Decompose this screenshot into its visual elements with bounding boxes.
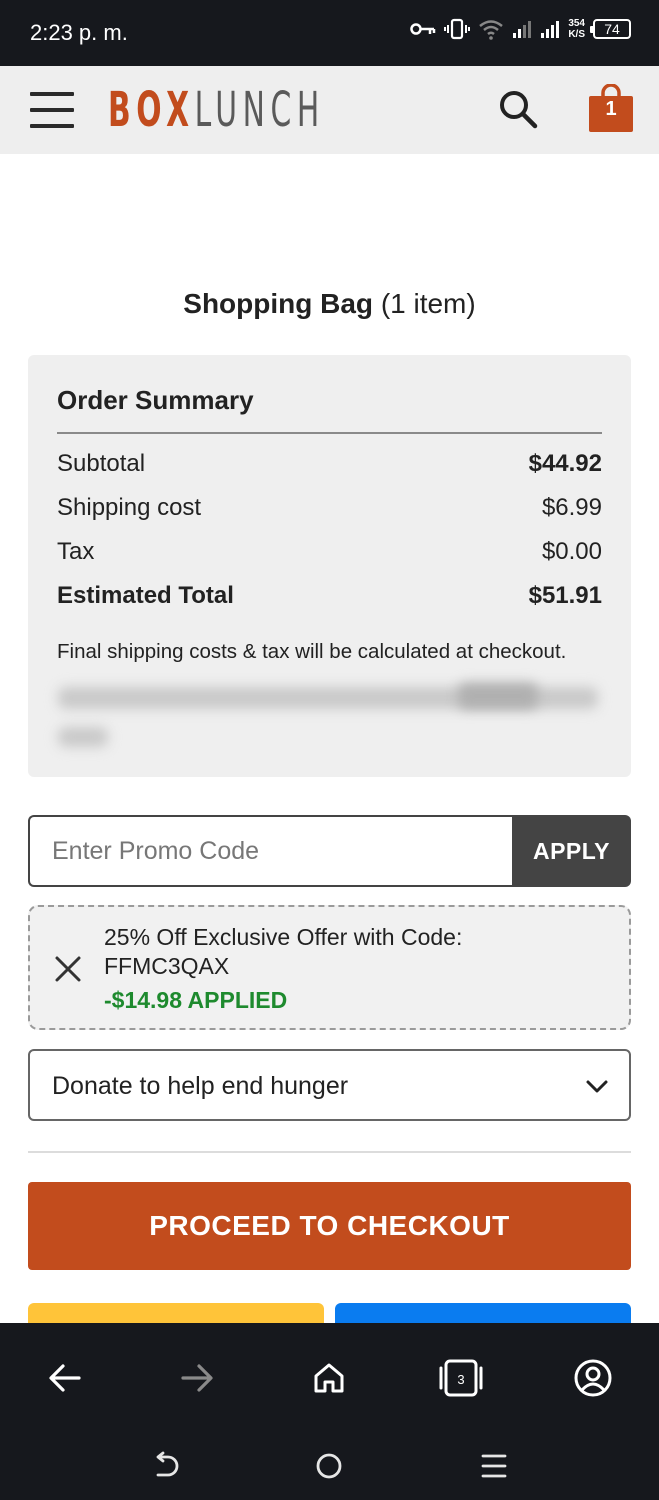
recents-icon[interactable] [474, 1448, 514, 1484]
wifi-icon [479, 20, 504, 40]
order-summary-card: Order Summary Subtotal $44.92 Shipping c… [28, 355, 631, 777]
back-gesture-icon[interactable] [145, 1448, 185, 1484]
home-icon[interactable] [304, 1353, 354, 1403]
signal-icon-2 [541, 21, 560, 38]
status-time: 2:23 p. m. [30, 20, 128, 45]
subtotal-label: Subtotal [57, 450, 146, 477]
page-title: Shopping Bag (1 item) [0, 288, 659, 320]
tax-value: $0.00 [541, 538, 602, 565]
order-summary-title: Order Summary [57, 385, 254, 415]
bag-count-badge: 1 [605, 98, 617, 120]
shipping-row: Shipping cost $6.99 [57, 494, 602, 522]
shopping-bag-button[interactable]: 1 [589, 84, 633, 132]
boxlunch-logo[interactable]: BOXLUNCH [108, 84, 325, 136]
page-title-text: Shopping Bag [183, 288, 374, 319]
apply-promo-button[interactable]: APPLY [512, 815, 631, 887]
promo-code-input[interactable] [28, 815, 514, 887]
tax-row: Tax $0.00 [57, 538, 602, 566]
section-divider [28, 1151, 631, 1153]
tabs-icon[interactable]: 3 [436, 1353, 486, 1403]
system-navigation-bar [0, 1430, 659, 1500]
vibrate-icon [444, 18, 471, 40]
logo-box: BOX [108, 82, 195, 138]
subtotal-row: Subtotal $44.92 [57, 450, 602, 478]
key-icon [410, 23, 436, 35]
logo-lunch: LUNCH [194, 82, 325, 138]
back-arrow-icon[interactable] [40, 1353, 90, 1403]
offer-description: 25% Off Exclusive Offer with Code: FFMC3… [104, 923, 604, 981]
estimated-total-row: Estimated Total $51.91 [57, 582, 602, 610]
order-summary-divider [57, 432, 602, 434]
status-bar: 2:23 p. m. 354 K/S 74 [0, 0, 659, 66]
checkout-note: Final shipping costs & tax will be calcu… [57, 640, 567, 663]
offer-applied-amount: -$14.98 APPLIED [104, 987, 288, 1013]
page-item-count: (1 item) [380, 288, 476, 319]
status-icons: 354 K/S 74 [410, 18, 631, 40]
search-icon[interactable] [497, 88, 539, 130]
tab-count: 3 [457, 1372, 464, 1387]
blurred-text-line-2 [58, 727, 108, 747]
blurred-logo [458, 683, 538, 709]
tax-label: Tax [57, 538, 95, 565]
account-icon[interactable] [568, 1353, 618, 1403]
chevron-down-icon [586, 1080, 608, 1093]
applied-offer: 25% Off Exclusive Offer with Code: FFMC3… [28, 905, 631, 1030]
offer-line: 25% Off Exclusive Offer with Code: [104, 924, 463, 950]
donate-dropdown[interactable]: Donate to help end hunger [28, 1049, 631, 1121]
browser-toolbar: 3 [0, 1323, 659, 1430]
network-speed: 354 K/S [568, 18, 585, 40]
forward-arrow-icon[interactable] [172, 1353, 222, 1403]
signal-icon-1 [513, 21, 532, 38]
subtotal-value: $44.92 [528, 450, 602, 477]
offer-code: FFMC3QAX [104, 953, 230, 979]
donate-selected-value: Donate to help end hunger [52, 1072, 349, 1100]
close-icon[interactable] [54, 955, 82, 983]
home-circle-icon[interactable] [309, 1448, 349, 1484]
proceed-to-checkout-button[interactable]: PROCEED TO CHECKOUT [28, 1182, 631, 1270]
battery-icon: 74 [590, 19, 631, 39]
estimated-total-label: Estimated Total [57, 582, 234, 609]
estimated-total-value: $51.91 [528, 582, 602, 609]
hamburger-menu-icon[interactable] [30, 92, 74, 128]
shipping-value: $6.99 [541, 494, 602, 521]
shipping-label: Shipping cost [57, 494, 202, 521]
battery-level: 74 [604, 21, 620, 37]
promo-code-form: APPLY [28, 815, 631, 887]
app-header: BOXLUNCH 1 [0, 66, 659, 154]
